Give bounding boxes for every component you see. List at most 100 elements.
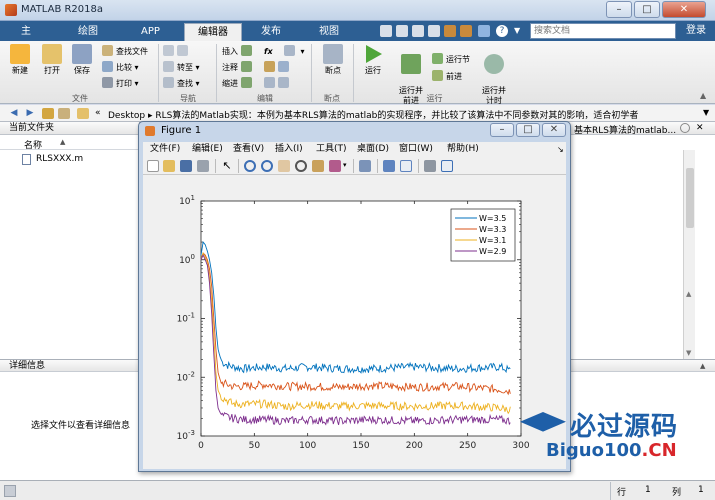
path-breadcrumb[interactable]: Desktop ▸ RLS算法的Matlab实现：本例为基本RLS算法的matl… [108,108,638,121]
zoom-out-icon[interactable] [261,160,273,172]
fx-tools[interactable]: ▾ [284,45,305,58]
menu-tools[interactable]: 工具(T) [316,144,347,155]
save-button[interactable]: 保存 [66,44,98,76]
new-button[interactable]: 新建 [4,44,36,76]
tab-editor[interactable]: 编辑器 [184,23,242,41]
undo-quick-icon[interactable] [444,25,456,37]
tab-publish[interactable]: 发布 [246,23,296,41]
browse-folder-icon[interactable] [58,108,70,119]
x-tick-label: 200 [406,441,423,451]
minimize-button[interactable]: – [606,1,632,18]
nav-arrows[interactable] [163,45,191,58]
pointer-icon[interactable]: ↖ [221,160,233,172]
paste-quick-icon[interactable] [428,25,440,37]
print-figure-icon[interactable] [197,160,209,172]
list-item[interactable]: RLSXXX.m [8,153,138,166]
menu-view[interactable]: 查看(V) [233,144,264,155]
login-button[interactable]: 登录 [680,22,712,40]
menu-edit[interactable]: 编辑(E) [192,144,223,155]
redo-quick-icon[interactable] [460,25,472,37]
details-expand-icon[interactable]: ▲ [700,362,705,370]
fx-button[interactable]: fx [264,45,273,58]
run-button[interactable]: 运行 [357,44,389,76]
find-button[interactable]: 查找 ▾ [163,77,200,90]
comment-button[interactable]: 注释 [222,61,255,74]
column-name-header[interactable]: 名称 [24,138,42,151]
figure-canvas: 0 50 100 150 200 250 300 101 100 10-1 10-2 10-3 W=3.… [143,175,566,469]
menu-help[interactable]: 帮助(H) [447,144,479,155]
find-files-button[interactable]: 查找文件 [102,45,148,58]
open-button[interactable]: 打开 [36,44,68,76]
find-icon [163,77,174,88]
print-button[interactable]: 打印 ▾ [102,77,139,90]
run-section-button[interactable]: 运行节 [432,53,470,66]
brush-dropdown-icon[interactable]: ▾ [343,161,347,169]
insert-button[interactable]: 插入 [222,45,255,58]
tab-view[interactable]: 视图 [306,23,352,41]
tab-apps[interactable]: APP [128,23,172,41]
scrollbar-thumb[interactable] [686,168,694,228]
toolbar-separator [353,159,354,173]
tab-home[interactable]: 主页 [4,23,48,55]
switch-windows-icon[interactable] [478,25,490,37]
x-tick-label: 250 [459,441,476,451]
tab-plots[interactable]: 绘图 [64,23,112,41]
menu-window[interactable]: 窗口(W) [399,144,433,155]
edit-tools-2[interactable] [264,77,292,90]
nav-group-label: 导航 [180,94,196,103]
figure-close-button[interactable]: ✕ [542,123,566,137]
status-icon[interactable] [4,485,16,497]
smart-indent-icon [264,77,275,88]
zoom-in-icon[interactable] [244,160,256,172]
goto-button[interactable]: 转至 ▾ [163,61,200,74]
link-plot-icon[interactable] [359,160,371,172]
menu-insert[interactable]: 插入(I) [275,144,303,155]
up-folder-icon[interactable] [42,108,54,119]
file-list-header[interactable]: 名称 ▲ [0,136,139,151]
new-figure-icon[interactable] [147,160,159,172]
scroll-down-icon[interactable]: ▼ [686,349,691,357]
editor-tab-text[interactable]: 基本RLS算法的matlab... [574,123,676,136]
editor-header: 基本RLS算法的matlab... ✕ [566,122,715,136]
help-icon[interactable]: ? [496,25,508,37]
copy-quick-icon[interactable] [412,25,424,37]
indent-button[interactable]: 缩进 [222,77,255,90]
figure-minimize-button[interactable]: – [490,123,514,137]
maximize-button[interactable]: □ [634,1,660,18]
save-figure-icon[interactable] [180,160,192,172]
current-folder-title: 当前文件夹 [0,122,139,135]
close-button[interactable]: ✕ [662,1,706,18]
scroll-up-icon[interactable]: ▲ [686,290,691,298]
search-input[interactable]: 搜索文档 [530,23,676,39]
figure-maximize-button[interactable]: □ [516,123,540,137]
pan-icon[interactable] [278,160,290,172]
edit-tools[interactable] [264,61,292,74]
ribbon-collapse-icon[interactable]: ▲ [700,91,706,100]
back-arrow-icon[interactable]: ◀ [8,108,20,119]
forward-arrow-icon[interactable]: ▶ [24,108,36,119]
legend-icon[interactable] [400,160,412,172]
editor-scrollbar[interactable] [683,150,695,360]
panel-options-icon[interactable] [680,123,690,133]
cut-quick-icon[interactable] [396,25,408,37]
panel-close-icon[interactable]: ✕ [696,123,704,133]
advance-button[interactable]: 前进 [432,70,462,83]
colorbar-icon[interactable] [383,160,395,172]
menu-file[interactable]: 文件(F) [150,144,180,155]
save-quick-icon[interactable] [380,25,392,37]
toolbar-separator [377,159,378,173]
hide-plot-tools-icon[interactable] [424,160,436,172]
ribbon-separator [353,44,354,102]
data-cursor-icon[interactable] [312,160,324,172]
legend-label: W=3.5 [479,214,506,223]
show-plot-tools-icon[interactable] [441,160,453,172]
breakpoints-button[interactable]: 断点 [317,44,349,76]
menu-dock-icon[interactable]: ↘ [557,144,564,155]
collapse-arrow-icon[interactable]: ▼ [514,25,526,37]
open-file-icon[interactable] [163,160,175,172]
menu-desktop[interactable]: 桌面(D) [357,144,389,155]
brush-icon[interactable] [329,160,341,172]
rotate-3d-icon[interactable] [295,160,307,172]
compare-button[interactable]: 比较 ▾ [102,61,139,74]
path-dropdown-icon[interactable]: ▼ [703,108,709,117]
